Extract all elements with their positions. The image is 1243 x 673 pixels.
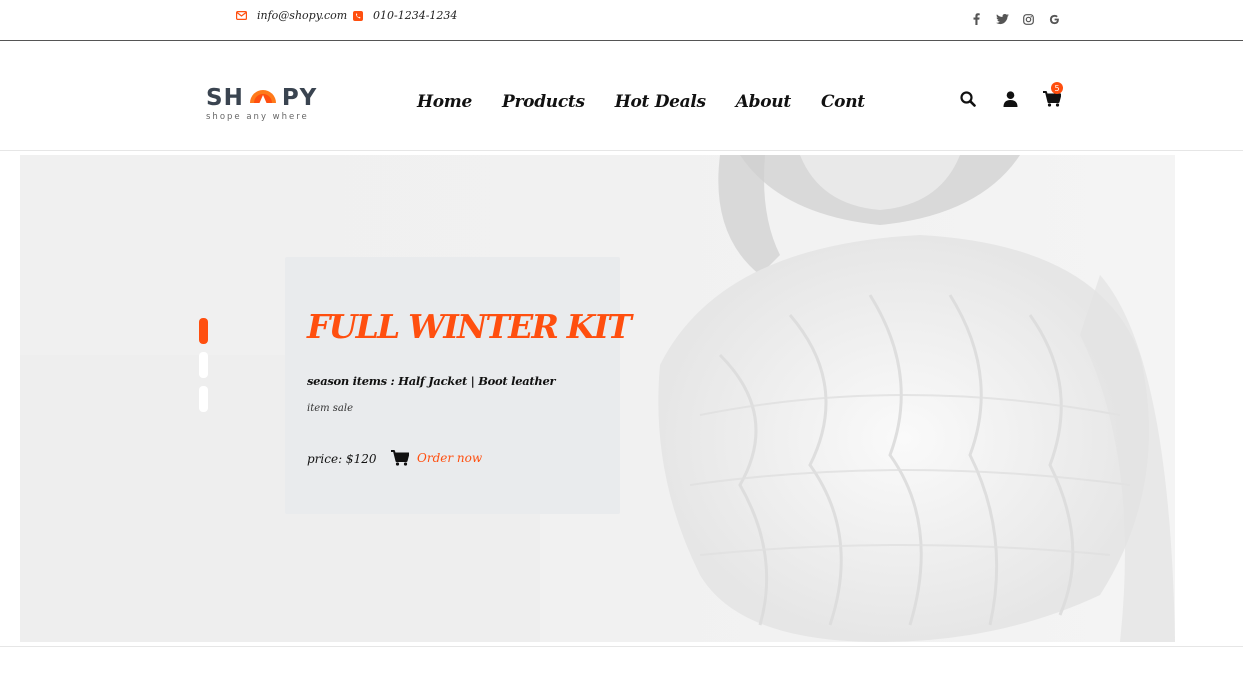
search-icon[interactable] — [959, 90, 977, 108]
cart-button[interactable]: 5 — [1043, 82, 1063, 108]
phone-text: 010-1234-1234 — [373, 9, 458, 22]
cart-count-badge: 5 — [1051, 82, 1063, 94]
header-tools: 5 — [959, 82, 1063, 108]
phone-icon — [353, 10, 363, 21]
slider-dots — [199, 318, 208, 412]
logo-text-right: PY — [281, 85, 318, 111]
slider-dot-1[interactable] — [199, 318, 208, 344]
promo-card: FULL WINTER KIT season items : Half Jack… — [285, 257, 632, 514]
facebook-icon[interactable] — [969, 12, 983, 26]
order-now-label: Order now — [417, 451, 483, 465]
promo-title: FULL WINTER KIT — [307, 307, 632, 346]
logo-sun-icon — [249, 90, 276, 103]
cart-icon — [391, 450, 409, 466]
envelope-icon — [236, 11, 247, 20]
nav-home[interactable]: Home — [417, 92, 472, 112]
logo-wordmark: SH PY — [206, 85, 328, 111]
contact-phone[interactable]: 010-1234-1234 — [353, 9, 457, 22]
contact-email[interactable]: info@shopy.com — [236, 9, 347, 22]
logo-tagline: shope any where — [206, 112, 309, 122]
google-icon[interactable] — [1047, 12, 1061, 26]
order-now-button[interactable]: Order now — [391, 450, 482, 466]
section-divider — [0, 646, 1243, 647]
shopy-logo[interactable]: SH PY shope any where — [206, 85, 328, 125]
nav-about[interactable]: About — [736, 92, 791, 112]
promo-price: price: $120 — [307, 452, 377, 466]
top-bar: info@shopy.com 010-1234-1234 — [0, 0, 1243, 41]
promo-items: season items : Half Jacket | Boot leathe… — [307, 374, 556, 388]
promo-sale-label: item sale — [307, 403, 354, 414]
user-icon[interactable] — [1001, 90, 1019, 108]
twitter-icon[interactable] — [995, 12, 1009, 26]
logo-text-left: SH — [206, 85, 244, 111]
nav-contact[interactable]: Cont — [821, 92, 865, 112]
slider-dot-2[interactable] — [199, 352, 208, 378]
nav-products[interactable]: Products — [502, 92, 585, 112]
social-links — [969, 12, 1061, 26]
slider-dot-3[interactable] — [199, 386, 208, 412]
main-header: SH PY shope any where Home Products Hot … — [0, 41, 1243, 151]
instagram-icon[interactable] — [1021, 12, 1035, 26]
email-text: info@shopy.com — [257, 9, 348, 22]
main-nav: Home Products Hot Deals About Cont — [417, 92, 865, 112]
hero-slider: FULL WINTER KIT season items : Half Jack… — [20, 155, 1175, 642]
nav-hot-deals[interactable]: Hot Deals — [615, 92, 706, 112]
